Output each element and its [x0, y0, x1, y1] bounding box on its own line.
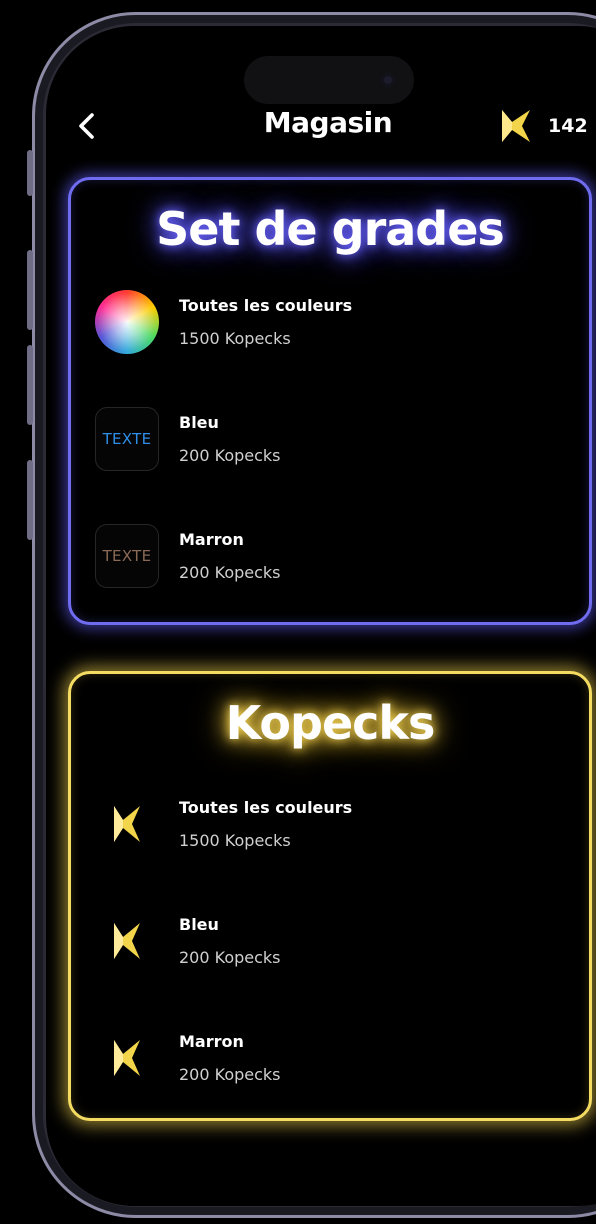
- item-name: Toutes les couleurs: [179, 798, 353, 817]
- grade-item-bleu[interactable]: TEXTE Bleu 200 Kopecks: [71, 407, 589, 477]
- color-wheel-icon: [95, 290, 159, 354]
- kopecks-card: Kopecks Toutes les couleurs 1500 Kopecks…: [68, 671, 592, 1121]
- kopeck-balance: 142: [500, 106, 588, 146]
- chevron-left-icon: [79, 113, 94, 139]
- item-name: Toutes les couleurs: [179, 296, 353, 315]
- text-swatch-brown-icon: TEXTE: [95, 524, 159, 588]
- kopeck-item-marron[interactable]: Marron 200 Kopecks: [71, 1026, 589, 1096]
- page-title: Magasin: [263, 106, 393, 139]
- side-button-volume-down: [27, 345, 33, 425]
- item-name: Marron: [179, 530, 244, 549]
- back-button[interactable]: [72, 106, 108, 146]
- item-name: Bleu: [179, 413, 219, 432]
- grade-item-all-colors[interactable]: Toutes les couleurs 1500 Kopecks: [71, 290, 589, 360]
- item-price: 1500 Kopecks: [179, 831, 291, 850]
- kopeck-k-icon: [502, 110, 530, 142]
- side-button-action: [27, 150, 33, 196]
- kopecks-title: Kopecks: [225, 696, 436, 750]
- item-price: 200 Kopecks: [179, 948, 281, 967]
- balance-value: 142: [548, 115, 588, 137]
- item-name: Marron: [179, 1032, 244, 1051]
- item-price: 200 Kopecks: [179, 446, 281, 465]
- item-price: 200 Kopecks: [179, 1065, 281, 1084]
- kopeck-k-icon: [95, 792, 159, 856]
- text-swatch-blue-icon: TEXTE: [95, 407, 159, 471]
- swatch-text: TEXTE: [95, 407, 159, 471]
- swatch-text: TEXTE: [95, 524, 159, 588]
- kopeck-k-icon: [95, 1026, 159, 1090]
- kopeck-k-icon: [95, 909, 159, 973]
- kopeck-item-bleu[interactable]: Bleu 200 Kopecks: [71, 909, 589, 979]
- app-screen: Magasin 142 Set de grades Toutes les cou…: [0, 0, 596, 1224]
- front-camera: [381, 73, 395, 87]
- item-price: 1500 Kopecks: [179, 329, 291, 348]
- side-button-extra: [27, 460, 33, 540]
- item-price: 200 Kopecks: [179, 563, 281, 582]
- side-button-volume-up: [27, 250, 33, 330]
- kopeck-item-all-colors[interactable]: Toutes les couleurs 1500 Kopecks: [71, 792, 589, 862]
- grades-card: Set de grades Toutes les couleurs 1500 K…: [68, 177, 592, 625]
- item-name: Bleu: [179, 915, 219, 934]
- grade-item-marron[interactable]: TEXTE Marron 200 Kopecks: [71, 524, 589, 594]
- grades-title: Set de grades: [156, 202, 505, 256]
